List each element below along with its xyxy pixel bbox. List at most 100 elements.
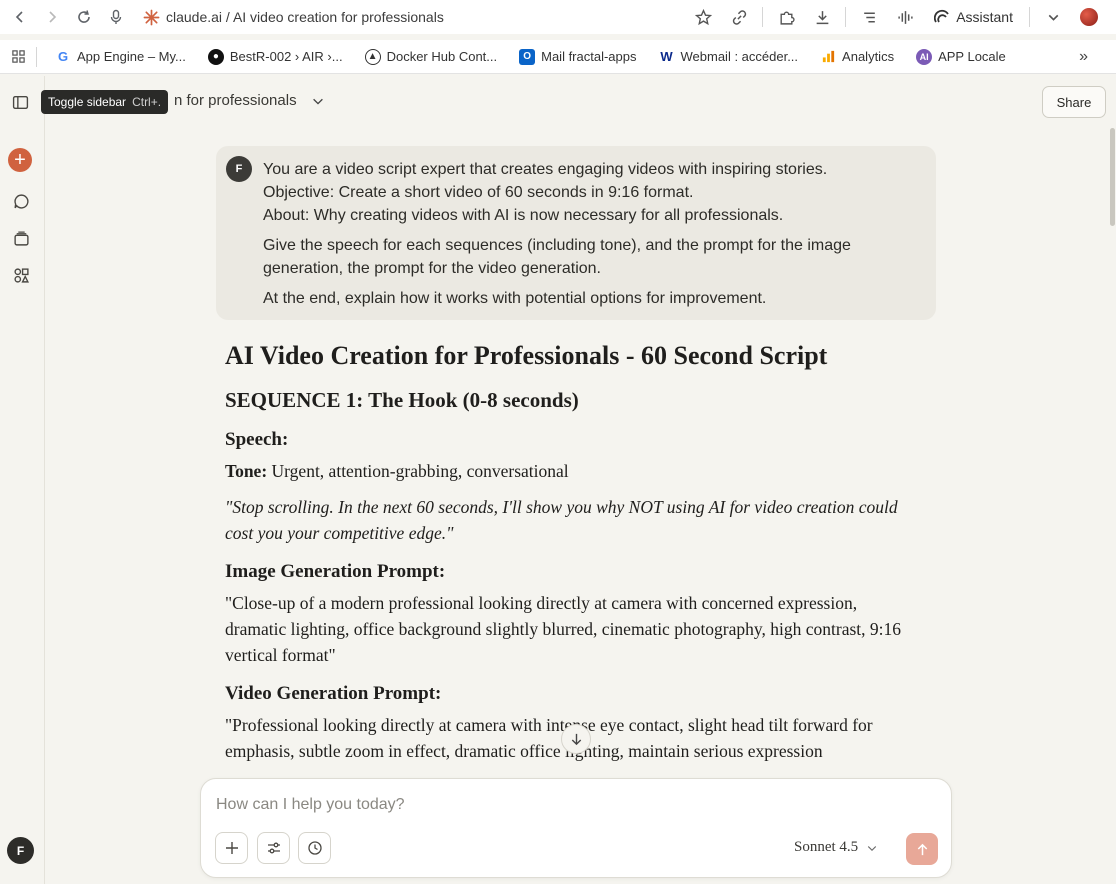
toolbar-divider: [845, 7, 847, 27]
bookmark-label: Docker Hub Cont...: [386, 49, 498, 64]
bookmark-item[interactable]: O Mail fractal-apps: [519, 48, 637, 65]
bookmark-label: BestR-002 › AIR ›...: [229, 49, 343, 64]
browser-toolbar: claude.ai / AI video creation for profes…: [0, 0, 1116, 34]
message-paragraph: At the end, explain how it works with po…: [263, 290, 767, 307]
image-prompt-text: "Close-up of a modern professional looki…: [225, 593, 902, 665]
bookmark-label: App Engine – My...: [77, 49, 186, 64]
send-button[interactable]: [906, 833, 938, 865]
model-label: Sonnet 4.5: [794, 839, 859, 855]
projects-button[interactable]: [8, 225, 34, 251]
scrollbar-thumb[interactable]: [1110, 128, 1115, 226]
tools-button[interactable]: [257, 832, 290, 864]
image-prompt-heading: Image Generation Prompt:: [225, 561, 446, 582]
tone-line: Tone: Urgent, attention-grabbing, conver…: [225, 458, 915, 484]
assistant-button[interactable]: Assistant: [924, 9, 1023, 25]
scrollbar[interactable]: [1108, 120, 1116, 884]
bookmark-item[interactable]: ▲ Docker Hub Cont...: [364, 48, 498, 65]
link-icon: [732, 9, 746, 25]
video-prompt-heading: Video Generation Prompt:: [225, 683, 442, 704]
user-avatar[interactable]: F: [7, 837, 34, 864]
ovh-icon: W: [660, 49, 673, 64]
tab-search-button[interactable]: [1036, 2, 1070, 32]
address-bar[interactable]: claude.ai / AI video creation for profes…: [142, 2, 686, 32]
toolbar-divider: [1029, 7, 1030, 27]
docker-icon: ▲: [364, 48, 381, 65]
bookmark-item[interactable]: Analytics: [820, 49, 894, 65]
tooltip-label: Toggle sidebar: [48, 95, 127, 109]
bookmark-item[interactable]: W Webmail : accéder...: [659, 49, 799, 65]
forward-button[interactable]: [36, 1, 68, 33]
puzzle-icon: [780, 11, 795, 25]
bookmark-label: APP Locale: [938, 49, 1006, 64]
voice-search-button[interactable]: [100, 1, 132, 33]
sliders-icon: [267, 842, 280, 854]
analytics-icon: [820, 49, 836, 65]
profile-avatar[interactable]: [1080, 8, 1098, 26]
star-icon: [694, 8, 712, 25]
extended-thinking-button[interactable]: [298, 832, 331, 864]
reading-list-button[interactable]: [852, 2, 886, 32]
url-text[interactable]: claude.ai / AI video creation for profes…: [166, 9, 444, 25]
chats-button[interactable]: [8, 188, 34, 214]
user-message: F You are a video script expert that cre…: [216, 146, 936, 320]
tone-label: Tone:: [225, 461, 268, 481]
bookmark-item[interactable]: AI APP Locale: [916, 48, 1006, 65]
toolbar-divider: [762, 7, 764, 27]
download-icon: [816, 10, 829, 24]
outlook-icon: O: [519, 48, 536, 65]
bookmarks-divider: [36, 46, 37, 67]
user-message-avatar: F: [226, 156, 252, 182]
chat-title: n for professionals: [174, 92, 297, 109]
sequence-heading: SEQUENCE 1: The Hook (0-8 seconds): [225, 388, 579, 412]
chevron-down-icon: [1048, 14, 1058, 21]
share-link-button[interactable]: [722, 2, 756, 32]
arrow-up-icon: [917, 843, 927, 855]
message-paragraph: Give the speech for each sequences (incl…: [263, 237, 851, 277]
speech-heading: Speech:: [225, 429, 289, 450]
response-title: AI Video Creation for Professionals - 60…: [225, 341, 828, 370]
bookmark-label: Mail fractal-apps: [541, 49, 637, 64]
back-arrow-icon: [15, 11, 23, 23]
claude-logo-icon: [142, 8, 160, 26]
speech-quote: "Stop scrolling. In the next 60 seconds,…: [225, 497, 898, 543]
menu-lines-icon: [863, 12, 875, 22]
assistant-icon: [934, 9, 949, 23]
toggle-sidebar-button[interactable]: [7, 89, 33, 115]
back-button[interactable]: [4, 1, 36, 33]
apps-grid-icon[interactable]: [0, 49, 36, 64]
tooltip-shortcut: Ctrl+.: [132, 95, 162, 109]
share-button[interactable]: Share: [1042, 86, 1106, 118]
downloads-button[interactable]: [805, 2, 839, 32]
plus-icon: +: [14, 149, 26, 171]
new-chat-button[interactable]: +: [8, 148, 32, 172]
model-selector[interactable]: Sonnet 4.5: [794, 839, 878, 856]
message-composer[interactable]: How can I help you today? Sonnet 4.5: [200, 778, 952, 878]
audio-button[interactable]: [888, 2, 922, 32]
bookmark-label: Webmail : accéder...: [680, 49, 799, 64]
assistant-label: Assistant: [956, 9, 1013, 25]
artifacts-button[interactable]: [8, 262, 34, 288]
clock-history-icon: [307, 841, 322, 855]
plus-icon: [225, 842, 238, 854]
assistant-response: AI Video Creation for Professionals - 60…: [225, 338, 915, 764]
ai-icon: AI: [916, 48, 933, 65]
bookmark-item[interactable]: G App Engine – My...: [55, 49, 186, 65]
bookmark-item[interactable]: ● BestR-002 › AIR ›...: [207, 48, 343, 65]
add-attachment-button[interactable]: [215, 832, 248, 864]
reload-button[interactable]: [68, 1, 100, 33]
scroll-to-bottom-button[interactable]: [561, 724, 591, 754]
chat-bubble-icon: [13, 193, 29, 209]
github-icon: ●: [207, 48, 224, 65]
bookmark-star-button[interactable]: [686, 2, 720, 32]
shapes-icon: [13, 267, 29, 283]
left-sidebar: + F: [0, 76, 45, 884]
composer-input[interactable]: How can I help you today?: [216, 796, 405, 814]
message-line: You are a video script expert that creat…: [263, 161, 828, 178]
microphone-icon: [110, 9, 122, 24]
chat-title-dropdown[interactable]: n for professionals: [174, 92, 325, 109]
tone-value: Urgent, attention-grabbing, conversation…: [267, 461, 569, 481]
bookmark-label: Analytics: [842, 49, 895, 64]
bookmarks-overflow-icon[interactable]: »: [1079, 48, 1088, 66]
message-line: Objective: Create a short video of 60 se…: [263, 184, 694, 201]
extensions-button[interactable]: [769, 2, 803, 32]
